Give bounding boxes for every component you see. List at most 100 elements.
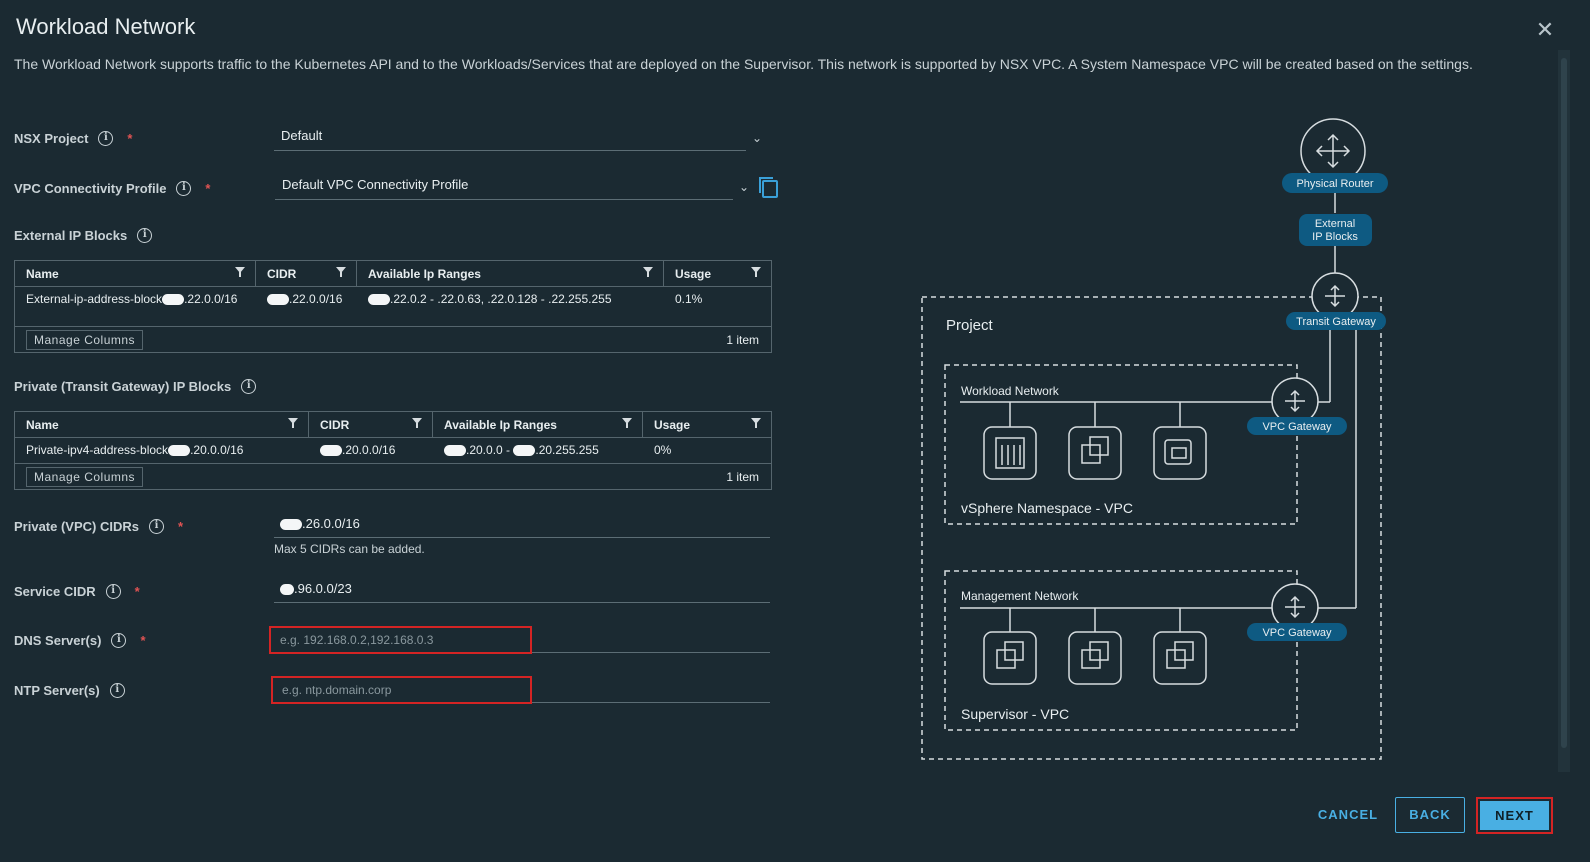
filter-icon[interactable] (235, 267, 245, 277)
vpc-profile-value: Default VPC Connectivity Profile (282, 177, 469, 192)
nsx-project-select[interactable]: Default ⌄ (274, 125, 762, 151)
required-marker: * (177, 519, 184, 534)
copy-icon[interactable] (759, 177, 778, 198)
external-ip-blocks-label: External IP Blocks i (14, 228, 153, 243)
nsx-project-value: Default (281, 128, 323, 143)
workload-resource-box (983, 426, 1037, 480)
supervisor-resource-box (983, 631, 1037, 685)
info-icon[interactable]: i (98, 131, 114, 146)
column-header-name[interactable]: Name (15, 261, 256, 286)
cell-usage: 0% (654, 443, 672, 457)
filter-icon[interactable] (751, 267, 761, 277)
dns-servers-input[interactable] (269, 626, 532, 654)
dns-servers-label-text: DNS Server(s) (14, 633, 102, 648)
vpc-gateway-label: VPC Gateway (1262, 421, 1332, 433)
dns-servers-underline (532, 652, 770, 653)
scrollbar-thumb[interactable] (1561, 58, 1567, 748)
grid-footer: Manage Columns 1 item (15, 327, 771, 351)
grid-header: Name CIDR Available Ip Ranges Usage (15, 412, 771, 438)
required-marker: * (205, 181, 211, 196)
grid-header: Name CIDR Available Ip Ranges Usage (15, 261, 771, 287)
cidr-value: .22.0.0/16 (289, 292, 343, 306)
column-header-cidr[interactable]: CIDR (256, 261, 357, 286)
project-label: Project (946, 317, 994, 334)
nsx-project-label: NSX Project i * (14, 131, 132, 146)
column-header-ranges[interactable]: Available Ip Ranges (357, 261, 664, 286)
dns-servers-label: DNS Server(s) i * (14, 633, 146, 648)
column-label: CIDR (320, 418, 350, 432)
next-button[interactable]: NEXT (1480, 801, 1549, 830)
info-icon[interactable]: i (109, 683, 125, 698)
filter-icon[interactable] (336, 267, 346, 277)
required-marker: * (127, 131, 133, 146)
close-icon[interactable]: ✕ (1535, 19, 1555, 41)
private-vpc-cidrs-input[interactable]: .26.0.0/16 (274, 512, 770, 538)
cell-name: External-ip-address-block .22.0.0/16 (15, 287, 256, 326)
filter-icon[interactable] (622, 418, 632, 428)
info-icon[interactable]: i (176, 181, 192, 196)
redaction (162, 294, 185, 306)
cancel-button[interactable]: CANCEL (1306, 800, 1390, 830)
filter-icon[interactable] (751, 418, 761, 428)
dialog-description: The Workload Network supports traffic to… (14, 56, 1473, 72)
service-cidr-value: .96.0.0/23 (294, 581, 352, 596)
supervisor-resource-box (1153, 631, 1207, 685)
ntp-servers-label: NTP Server(s) i (14, 683, 125, 698)
column-header-name[interactable]: Name (15, 412, 309, 437)
private-ip-blocks-label-text: Private (Transit Gateway) IP Blocks (14, 379, 232, 394)
table-row[interactable]: External-ip-address-block .22.0.0/16 .22.… (15, 287, 771, 327)
ranges-start: .20.0.0 - (466, 443, 514, 457)
chevron-down-icon[interactable]: ⌄ (739, 176, 749, 198)
redaction (368, 294, 390, 306)
name-suffix: .20.0.0/16 (190, 443, 244, 457)
back-button[interactable]: BACK (1395, 797, 1465, 833)
external-ip-blocks-grid: Name CIDR Available Ip Ranges Usage Exte… (14, 260, 772, 353)
project-boundary (921, 296, 1382, 760)
info-icon[interactable]: i (137, 228, 153, 243)
ntp-servers-input[interactable] (271, 676, 532, 704)
info-icon[interactable]: i (148, 519, 164, 534)
filter-icon[interactable] (288, 418, 298, 428)
table-row[interactable]: Private-ipv4-address-block .20.0.0/16 .20… (15, 438, 771, 464)
filter-icon[interactable] (643, 267, 653, 277)
workload-network-label: Workload Network (961, 384, 1060, 398)
vpc-profile-select[interactable]: Default VPC Connectivity Profile ⌄ (275, 174, 749, 200)
external-ip-blocks-label-1: External (1315, 218, 1355, 230)
redaction (267, 294, 289, 306)
transit-gateway-label: Transit Gateway (1296, 316, 1376, 328)
cidr-value: .20.0.0/16 (342, 443, 396, 457)
column-header-usage[interactable]: Usage (664, 261, 771, 286)
info-icon[interactable]: i (241, 379, 257, 394)
manage-columns-button[interactable]: Manage Columns (26, 330, 144, 350)
cell-ranges: .22.0.2 - .22.0.63, .22.0.128 - .22.255.… (357, 287, 664, 326)
info-icon[interactable]: i (105, 584, 121, 599)
column-header-ranges[interactable]: Available Ip Ranges (433, 412, 643, 437)
scrollbar[interactable] (1558, 50, 1570, 772)
chevron-down-icon[interactable]: ⌄ (752, 127, 762, 149)
supervisor-resource-box (1068, 631, 1122, 685)
manage-columns-button[interactable]: Manage Columns (26, 467, 144, 487)
service-cidr-input[interactable]: .96.0.0/23 (274, 577, 770, 603)
column-header-usage[interactable]: Usage (643, 412, 771, 437)
vsphere-namespace-vpc-label: vSphere Namespace - VPC (961, 500, 1133, 516)
name-prefix: Private-ipv4-address-block (26, 443, 169, 457)
workload-resource-box (1153, 426, 1207, 480)
private-ip-blocks-label: Private (Transit Gateway) IP Blocks i (14, 379, 257, 394)
redaction (513, 445, 536, 457)
cell-ranges: .20.0.0 - .20.255.255 (433, 438, 643, 463)
vpc-gateway-label: VPC Gateway (1262, 627, 1332, 639)
column-label: Name (26, 267, 59, 281)
redaction (280, 519, 302, 531)
cell-cidr: .22.0.0/16 (256, 287, 357, 326)
nsx-project-label-text: NSX Project (14, 131, 89, 146)
filter-icon[interactable] (412, 418, 422, 428)
column-header-cidr[interactable]: CIDR (309, 412, 433, 437)
redaction (280, 584, 294, 596)
ntp-servers-label-text: NTP Server(s) (14, 683, 100, 698)
name-suffix: .22.0.0/16 (184, 292, 238, 306)
info-icon[interactable]: i (111, 633, 127, 648)
redaction (320, 445, 342, 457)
private-vpc-cidrs-hint: Max 5 CIDRs can be added. (274, 542, 425, 556)
redaction (168, 445, 191, 457)
service-cidr-label: Service CIDR i * (14, 584, 140, 599)
